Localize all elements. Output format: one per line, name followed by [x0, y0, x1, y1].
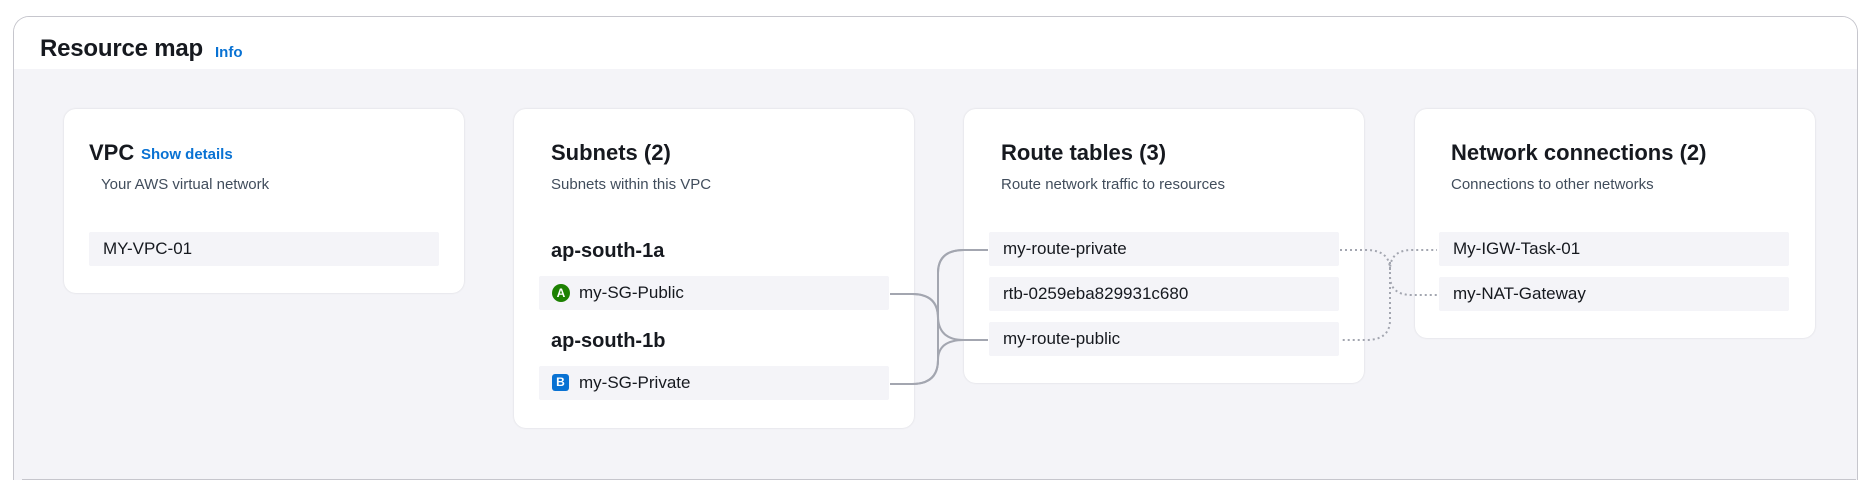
- network-connections-description: Connections to other networks: [1451, 176, 1654, 193]
- availability-zone-label: ap-south-1b: [551, 330, 666, 352]
- subnets-title: Subnets (2): [551, 140, 671, 165]
- subnets-description: Subnets within this VPC: [551, 176, 712, 193]
- route-table-item[interactable]: rtb-0259eba829931c680: [989, 277, 1339, 311]
- resource-map-title: Resource map: [40, 35, 203, 62]
- network-connection-item[interactable]: my-NAT-Gateway: [1439, 277, 1789, 311]
- info-link[interactable]: Info: [215, 44, 243, 61]
- subnets-card: Subnets (2) Subnets within this VPC ap-s…: [514, 109, 914, 428]
- show-details-link[interactable]: Show details: [141, 146, 233, 163]
- vpc-card: VPC Show details Your AWS virtual networ…: [64, 109, 464, 293]
- route-table-item[interactable]: my-route-private: [989, 232, 1339, 266]
- route-tables-title: Route tables (3): [1001, 140, 1167, 165]
- network-connections-card: Network connections (2) Connections to o…: [1415, 109, 1815, 338]
- vpc-title: VPC: [89, 140, 135, 165]
- resource-map-header: Resource map Info: [14, 17, 1857, 69]
- subnet-label: my-SG-Private: [579, 373, 691, 392]
- subnet-label: my-SG-Public: [579, 283, 684, 302]
- network-connections-title: Network connections (2): [1451, 140, 1707, 165]
- availability-zone-label: ap-south-1a: [551, 240, 665, 262]
- zone-b-badge-icon: B: [552, 374, 569, 391]
- zone-a-badge-icon: A: [552, 284, 570, 302]
- vpc-item[interactable]: MY-VPC-01: [89, 232, 439, 266]
- subnet-item-public[interactable]: A my-SG-Public: [539, 276, 889, 310]
- subnet-item-private[interactable]: B my-SG-Private: [539, 366, 889, 400]
- route-table-item[interactable]: my-route-public: [989, 322, 1339, 356]
- network-connection-item[interactable]: My-IGW-Task-01: [1439, 232, 1789, 266]
- bottom-divider: [22, 479, 1856, 480]
- route-tables-card: Route tables (3) Route network traffic t…: [964, 109, 1364, 383]
- vpc-description: Your AWS virtual network: [101, 176, 270, 193]
- route-tables-description: Route network traffic to resources: [1001, 176, 1225, 193]
